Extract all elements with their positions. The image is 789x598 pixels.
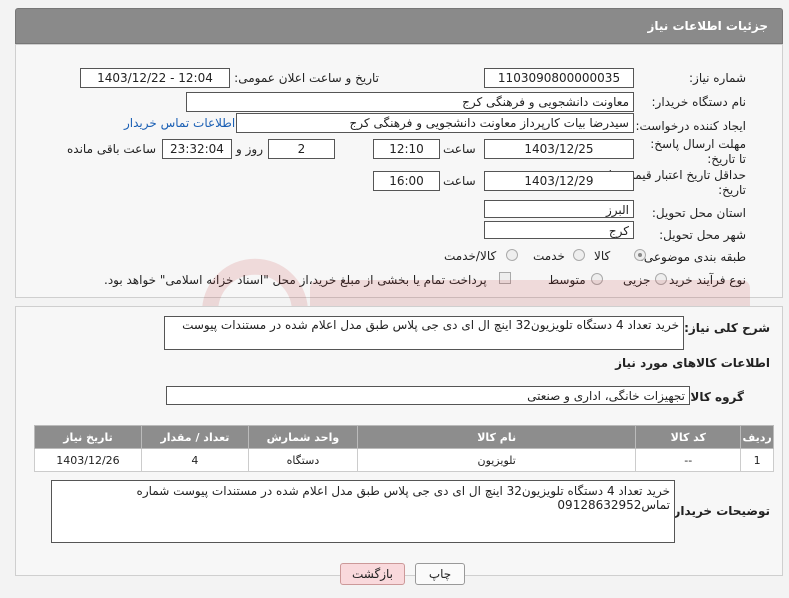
announce-label: تاریخ و ساعت اعلان عمومی: <box>234 71 379 85</box>
category-service-radio[interactable] <box>573 249 585 261</box>
category-service-label: خدمت <box>533 249 565 263</box>
print-button[interactable]: چاپ <box>415 563 465 585</box>
treasury-payment-checkbox[interactable] <box>499 272 511 284</box>
province-label: استان محل تحویل: <box>651 206 746 220</box>
cell-qty: 4 <box>140 448 249 472</box>
back-button[interactable]: بازگشت <box>340 563 405 585</box>
table-header-row: ردیف کد کالا نام کالا واحد شمارش تعداد /… <box>34 425 774 449</box>
city-label: شهر محل تحویل: <box>659 228 746 242</box>
province-field[interactable]: البرز <box>484 200 634 218</box>
col-row: ردیف <box>740 425 774 449</box>
cell-date: 1403/12/26 <box>34 448 142 472</box>
buyer-org-label: نام دستگاه خریدار: <box>651 95 747 109</box>
treasury-payment-note: پرداخت تمام یا بخشی از مبلغ خرید،از محل … <box>104 273 487 287</box>
cell-code: -- <box>635 448 742 472</box>
category-both-label: کالا/خدمت <box>444 249 497 263</box>
goods-group-label: گروه کالا: <box>685 390 744 404</box>
description-label: شرح کلی نیاز: <box>684 321 770 335</box>
cell-row: 1 <box>740 448 774 472</box>
creator-label: ایجاد کننده درخواست: <box>635 119 746 133</box>
days-field[interactable]: 2 <box>268 139 335 159</box>
validity-time-label: ساعت <box>443 174 476 188</box>
validity-date-field[interactable]: 1403/12/29 <box>484 171 634 191</box>
buyer-notes-line-1: خرید تعداد 4 دستگاه تلویزیون32 اینچ ال ا… <box>136 484 670 498</box>
process-medium-label: متوسط <box>548 273 586 287</box>
process-partial-radio[interactable] <box>655 273 667 285</box>
col-date: تاریخ نیاز <box>34 425 142 449</box>
process-partial-label: جزیی <box>623 273 651 287</box>
col-name: نام کالا <box>356 425 637 449</box>
col-unit: واحد شمارش <box>247 425 358 449</box>
deadline-time-label: ساعت <box>443 142 476 156</box>
days-label: روز و <box>236 142 263 156</box>
goods-group-field[interactable]: تجهیزات خانگی، اداری و صنعتی <box>166 386 690 405</box>
need-number-field[interactable]: 1103090800000035 <box>484 68 634 88</box>
table-row[interactable]: 1 -- تلویزیون دستگاه 4 1403/12/26 <box>34 448 774 472</box>
announce-field[interactable]: 1403/12/22 - 12:04 <box>80 68 230 88</box>
category-both-radio[interactable] <box>506 249 518 261</box>
buyer-org-field[interactable]: معاونت دانشجویی و فرهنگی کرج <box>186 92 634 112</box>
description-textarea[interactable]: خرید تعداد 4 دستگاه تلویزیون32 اینچ ال ا… <box>164 316 684 350</box>
col-code: کد کالا <box>635 425 742 449</box>
goods-table: ردیف کد کالا نام کالا واحد شمارش تعداد /… <box>34 425 774 472</box>
deadline-date-field[interactable]: 1403/12/25 <box>484 139 634 159</box>
buyer-contact-link[interactable]: اطلاعات تماس خریدار <box>124 116 235 130</box>
cell-unit: دستگاه <box>247 448 358 472</box>
buyer-notes-textarea[interactable]: خرید تعداد 4 دستگاه تلویزیون32 اینچ ال ا… <box>51 480 675 543</box>
page-title: جزئیات اطلاعات نیاز <box>647 19 768 33</box>
creator-field[interactable]: سیدرضا بیات کارپرداز معاونت دانشجویی و ف… <box>236 113 634 133</box>
validity-time-field[interactable]: 16:00 <box>373 171 440 191</box>
buyer-notes-label: توضیحات خریدار: <box>668 504 770 518</box>
category-goods-label: کالا <box>594 249 611 263</box>
category-label: طبقه بندی موضوعی: <box>639 250 746 264</box>
cell-name: تلویزیون <box>356 448 637 472</box>
deadline-label: مهلت ارسال پاسخ: تا تاریخ: <box>650 137 746 166</box>
deadline-time-field[interactable]: 12:10 <box>373 139 440 159</box>
city-field[interactable]: کرج <box>484 221 634 239</box>
goods-section-title: اطلاعات کالاهای مورد نیاز <box>615 356 770 370</box>
process-label: نوع فرآیند خرید : <box>661 273 746 287</box>
need-number-label: شماره نیاز: <box>689 71 746 85</box>
category-goods-radio[interactable] <box>634 249 646 261</box>
remaining-time-field[interactable]: 23:32:04 <box>162 139 232 159</box>
col-qty: تعداد / مقدار <box>140 425 249 449</box>
process-medium-radio[interactable] <box>591 273 603 285</box>
buyer-notes-line-2: تماس09128632952 <box>557 498 670 512</box>
remaining-label: ساعت باقی مانده <box>67 142 157 156</box>
page-header: جزئیات اطلاعات نیاز <box>15 8 783 44</box>
